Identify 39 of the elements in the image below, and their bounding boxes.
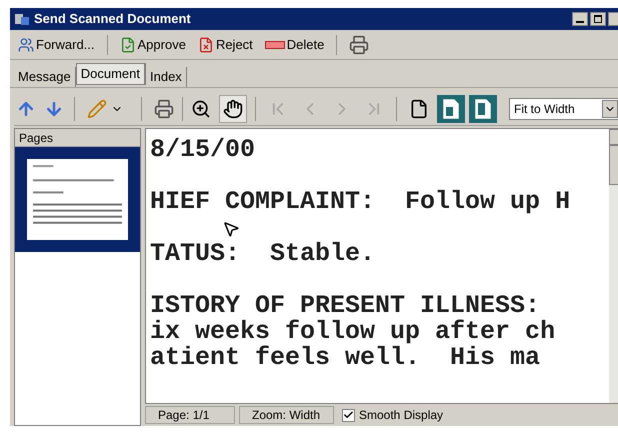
tab[interactable]: Index — [146, 67, 187, 87]
fit-page-icon — [442, 98, 460, 118]
page-view-button[interactable] — [469, 94, 497, 122]
printer-icon — [154, 98, 174, 118]
check-document-icon — [120, 36, 136, 52]
hand-icon — [223, 98, 243, 118]
x-document-icon — [198, 36, 214, 52]
page-thumbnail[interactable] — [15, 147, 140, 252]
page-icon — [409, 98, 429, 118]
tab[interactable]: Document — [76, 63, 146, 85]
printer-icon — [349, 34, 370, 54]
document-text-line: HIEF COMPLAINT: Follow up H — [150, 189, 570, 215]
delete-button[interactable]: Delete — [260, 32, 328, 56]
bar-icon — [264, 40, 285, 48]
approve-button[interactable]: Approve — [116, 32, 190, 56]
document-text-line: ix weeks follow up after ch — [150, 319, 556, 345]
pages-header: Pages — [15, 129, 140, 147]
forward-button[interactable]: Forward... — [14, 32, 99, 56]
reject-button[interactable]: Reject — [194, 32, 257, 56]
zoom-dropdown[interactable]: Fit to Width — [509, 98, 618, 120]
pan-button[interactable] — [219, 94, 247, 122]
window-title: Send Scanned Document — [34, 10, 191, 28]
app-icon — [14, 11, 30, 27]
checkbox-label: Smooth Display — [359, 407, 444, 424]
pencil-icon — [87, 98, 107, 118]
fit-width-icon — [474, 98, 492, 118]
checkbox[interactable] — [342, 408, 355, 422]
cursor-icon — [222, 220, 240, 238]
document-text-line: TATUS: Stable. — [150, 241, 376, 267]
page-status: Page: 1/1 — [145, 406, 235, 424]
maximize-button[interactable] — [590, 12, 606, 26]
minimize-button[interactable] — [572, 12, 588, 26]
document-text-line: ISTORY OF PRESENT ILLNESS: — [150, 293, 540, 319]
zoom-status: Zoom: Width — [239, 406, 334, 424]
page-view-button[interactable] — [437, 94, 465, 122]
zoom-in-icon — [191, 98, 211, 118]
document-text-line: atient feels well. His ma — [150, 345, 540, 371]
document-text-line: 8/15/00 — [150, 137, 256, 163]
people-icon — [18, 36, 34, 52]
